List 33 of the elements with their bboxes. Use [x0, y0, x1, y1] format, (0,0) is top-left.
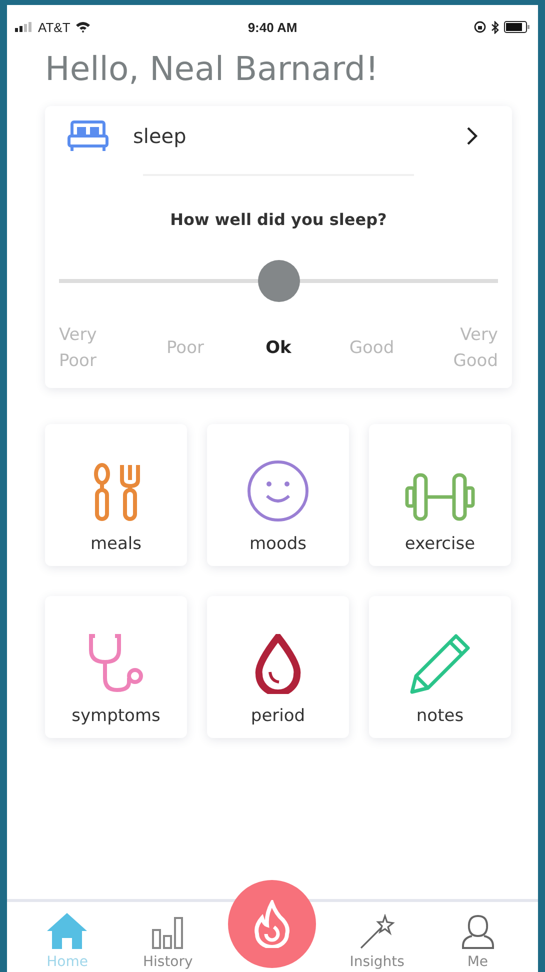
sleep-slider[interactable] — [59, 259, 498, 303]
person-icon — [460, 914, 495, 950]
rotation-lock-icon — [474, 21, 486, 33]
rating-option[interactable]: Ok — [246, 336, 312, 362]
sleep-title: sleep — [133, 124, 188, 148]
signal-icon — [15, 22, 33, 32]
rating-option[interactable]: Very Good — [432, 323, 498, 374]
category-tile[interactable]: moods — [207, 424, 349, 566]
tab-item[interactable]: History — [128, 916, 208, 972]
bluetooth-icon — [491, 20, 499, 34]
tab-item[interactable]: Me — [438, 914, 518, 972]
category-tile[interactable]: notes — [369, 596, 511, 738]
flame-icon — [252, 900, 292, 948]
battery-icon — [504, 21, 530, 33]
house-icon — [46, 912, 88, 950]
status-time: 9:40 AM — [248, 20, 298, 34]
rating-option[interactable]: Poor — [152, 336, 218, 362]
carrier-name: AT&T — [38, 20, 70, 34]
greeting-heading: Hello, Neal Barnard! — [45, 49, 380, 88]
bar-chart-icon — [150, 916, 185, 950]
magic-wand-icon — [359, 914, 396, 950]
tab-item[interactable]: Insights — [337, 914, 418, 972]
category-tile[interactable]: meals — [45, 424, 187, 566]
chevron-right-icon[interactable] — [466, 126, 478, 146]
rating-option[interactable]: Very Poor — [59, 323, 125, 374]
wifi-icon — [75, 21, 92, 33]
category-tile[interactable]: symptoms — [45, 596, 187, 738]
bed-icon — [67, 120, 109, 152]
rating-option[interactable]: Good — [338, 336, 405, 362]
category-tile[interactable]: period — [207, 596, 349, 738]
category-tile[interactable]: exercise — [369, 424, 511, 566]
slider-thumb[interactable] — [258, 260, 300, 302]
sleep-question: How well did you sleep? — [169, 210, 388, 229]
